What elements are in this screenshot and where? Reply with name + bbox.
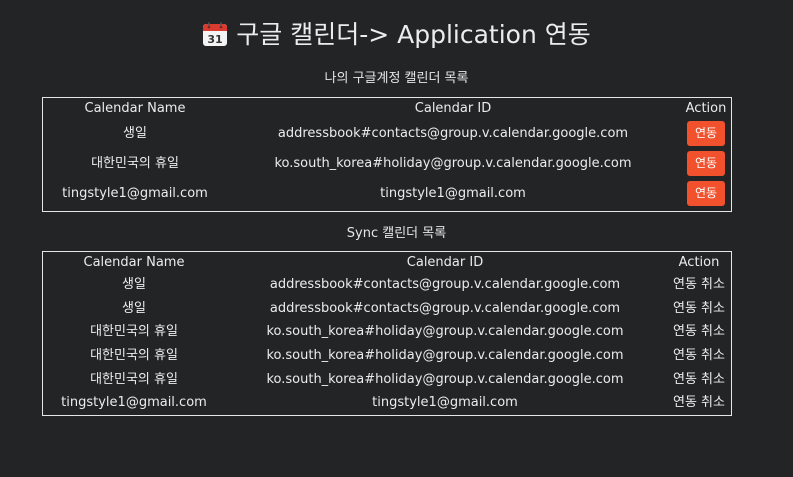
- calendar-id: addressbook#contacts@group.v.calendar.go…: [269, 300, 621, 316]
- calendar-name: 생일: [122, 277, 146, 293]
- table-row: tingstyle1@gmail.com tingstyle1@gmail.co…: [43, 391, 733, 415]
- my-calendars-caption: 나의 구글계정 캘린더 목록: [324, 71, 469, 86]
- table-row: 생일 addressbook#contacts@group.v.calendar…: [43, 273, 733, 297]
- calendar-name: 대한민국의 휴일: [90, 348, 178, 364]
- column-header-name: Calendar Name: [84, 101, 186, 116]
- calendar-name: tingstyle1@gmail.com: [62, 186, 208, 201]
- cancel-sync-button[interactable]: 연동 취소: [673, 372, 725, 387]
- cancel-sync-button[interactable]: 연동 취소: [673, 348, 725, 363]
- calendar-id: addressbook#contacts@group.v.calendar.go…: [269, 277, 621, 293]
- table-row: 대한민국의 휴일 ko.south_korea#holiday@group.v.…: [43, 367, 733, 391]
- column-header-name: Calendar Name: [83, 255, 185, 270]
- cancel-sync-button[interactable]: 연동 취소: [673, 395, 725, 410]
- page-title: 31 구글 캘린더-> Application 연동: [0, 18, 793, 52]
- column-header-id: Calendar ID: [406, 255, 484, 270]
- calendar-icon: 31: [203, 22, 228, 46]
- column-header-id: Calendar ID: [414, 101, 492, 116]
- calendar-id: addressbook#contacts@group.v.calendar.go…: [277, 126, 629, 141]
- calendar-name: 대한민국의 휴일: [90, 324, 178, 340]
- calendar-name: tingstyle1@gmail.com: [61, 395, 207, 411]
- table-row: 대한민국의 휴일 ko.south_korea#holiday@group.v.…: [43, 149, 733, 179]
- sync-button[interactable]: 연동: [687, 181, 725, 206]
- calendar-id: ko.south_korea#holiday@group.v.calendar.…: [266, 348, 624, 364]
- table-header-row: Calendar Name Calendar ID Action: [43, 98, 733, 119]
- calendar-id: tingstyle1@gmail.com: [372, 395, 518, 411]
- calendar-id: ko.south_korea#holiday@group.v.calendar.…: [274, 156, 632, 171]
- table-row: 생일 addressbook#contacts@group.v.calendar…: [43, 297, 733, 321]
- calendar-icon-date: 31: [208, 33, 223, 46]
- table-header-row: Calendar Name Calendar ID Action: [43, 252, 733, 273]
- cancel-sync-button[interactable]: 연동 취소: [673, 277, 725, 292]
- calendar-name: 대한민국의 휴일: [91, 156, 179, 171]
- page-title-text: 구글 캘린더-> Application 연동: [236, 20, 591, 49]
- sync-button[interactable]: 연동: [687, 121, 725, 146]
- table-row: 대한민국의 휴일 ko.south_korea#holiday@group.v.…: [43, 320, 733, 344]
- sync-calendars-table: Calendar Name Calendar ID Action 생일 addr…: [42, 251, 732, 416]
- page: 31 구글 캘린더-> Application 연동 나의 구글계정 캘린더 목…: [0, 0, 793, 477]
- my-calendars-table: Calendar Name Calendar ID Action 생일 addr…: [42, 97, 732, 212]
- table-row: tingstyle1@gmail.com tingstyle1@gmail.co…: [43, 179, 733, 209]
- table-row: 생일 addressbook#contacts@group.v.calendar…: [43, 119, 733, 149]
- cancel-sync-button[interactable]: 연동 취소: [673, 301, 725, 316]
- sync-calendars-caption: Sync 캘린더 목록: [346, 226, 447, 241]
- calendar-name: 대한민국의 휴일: [90, 371, 178, 387]
- calendar-name: 생일: [123, 126, 147, 141]
- cancel-sync-button[interactable]: 연동 취소: [673, 324, 725, 339]
- calendar-name: 생일: [122, 300, 146, 316]
- column-header-action: Action: [678, 255, 720, 270]
- column-header-action: Action: [685, 101, 727, 116]
- table-row: 대한민국의 휴일 ko.south_korea#holiday@group.v.…: [43, 344, 733, 368]
- calendar-id: ko.south_korea#holiday@group.v.calendar.…: [266, 324, 624, 340]
- sync-button[interactable]: 연동: [687, 151, 725, 176]
- calendar-id: tingstyle1@gmail.com: [380, 186, 526, 201]
- calendar-id: ko.south_korea#holiday@group.v.calendar.…: [266, 371, 624, 387]
